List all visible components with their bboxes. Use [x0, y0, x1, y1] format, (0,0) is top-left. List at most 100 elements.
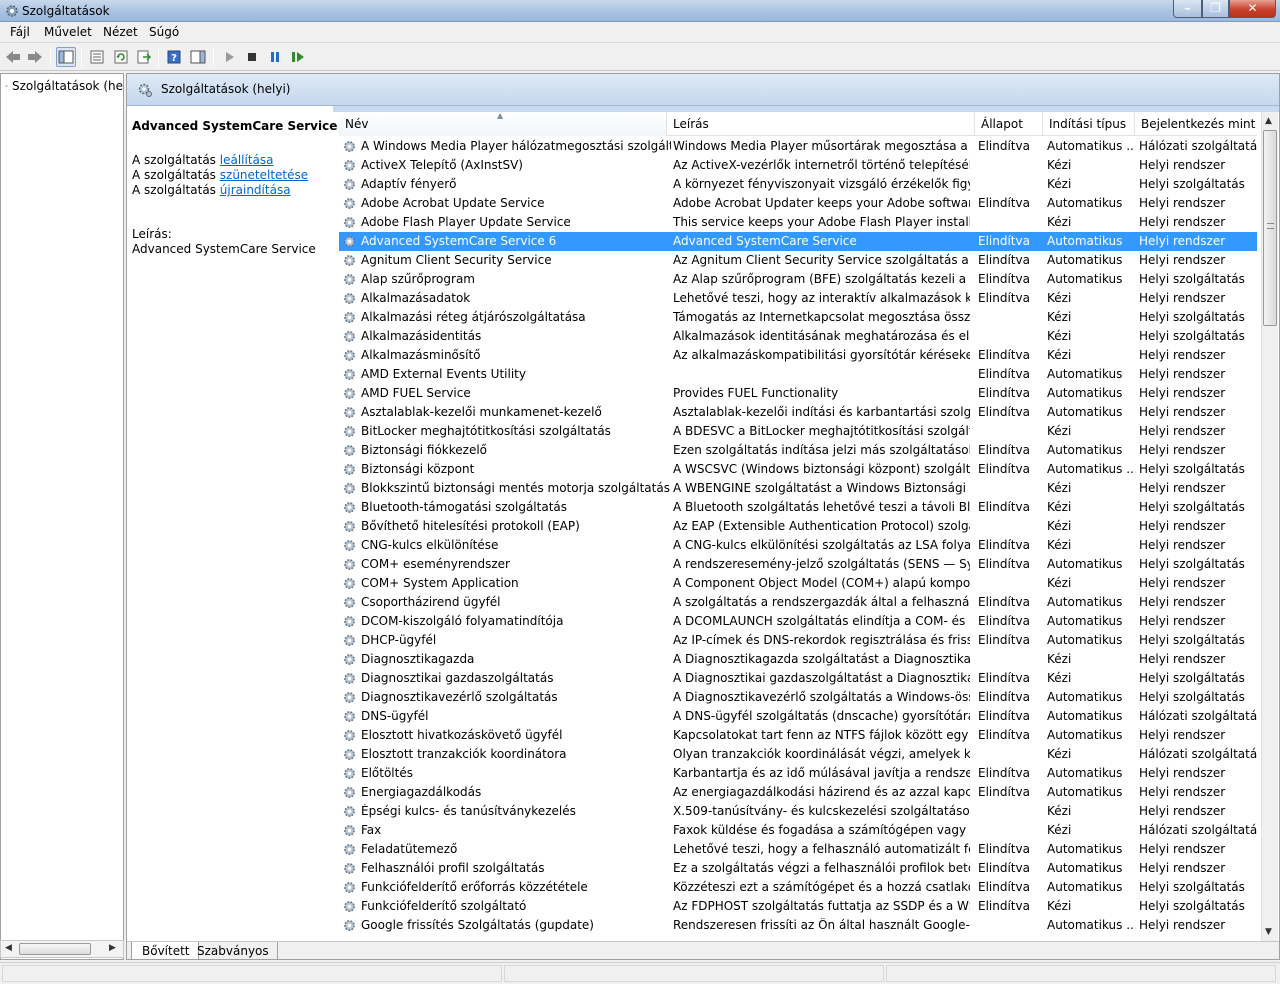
service-row[interactable]: A Windows Media Player hálózatmegosztási…	[339, 137, 1257, 156]
restart-link[interactable]: újraindítása	[220, 183, 291, 197]
service-startup-type: Kézi	[1047, 519, 1072, 533]
action-pane-button[interactable]	[188, 47, 208, 67]
service-row[interactable]: Diagnosztikai gazdaszolgáltatás A Diagnos…	[339, 669, 1257, 688]
column-header-name[interactable]: ▲ Név	[339, 112, 667, 136]
service-row[interactable]: Elosztott tranzakciók koordinátora Olyan …	[339, 745, 1257, 764]
service-row[interactable]: Feladatütemező Lehetővé teszi, hogy a fel…	[339, 840, 1257, 859]
service-row[interactable]: Agnitum Client Security Service Az Agnitu…	[339, 251, 1257, 270]
column-header-label: Indítási típus	[1049, 117, 1127, 131]
forward-button[interactable]	[25, 47, 45, 67]
service-row[interactable]: Alkalmazásidentitás Alkalmazások identitá…	[339, 327, 1257, 346]
refresh-button[interactable]	[111, 47, 131, 67]
service-row[interactable]: COM+ eseményrendszer A rendszeresemény-je…	[339, 555, 1257, 574]
column-header-startup-type[interactable]: Indítási típus	[1043, 112, 1135, 136]
service-row[interactable]: Bluetooth-támogatási szolgáltatás A Bluet…	[339, 498, 1257, 517]
service-name: Adaptív fényerő	[361, 177, 457, 191]
stop-service-button[interactable]	[242, 47, 262, 67]
service-row[interactable]: Fax Faxok küldése és fogadása a számítógé…	[339, 821, 1257, 840]
service-row[interactable]: Google frissítés Szolgáltatás (gupdate) R…	[339, 916, 1257, 935]
service-startup-type: Automatikus ...	[1047, 918, 1133, 932]
service-row[interactable]: Alkalmazásminősítő Az alkalmazáskompatibi…	[339, 346, 1257, 365]
menu-action[interactable]: Művelet	[44, 25, 92, 39]
service-description: Az ActiveX-vezérlők internetről történő …	[673, 158, 970, 172]
service-row[interactable]: Diagnosztikavezérlő szolgáltatás A Diagno…	[339, 688, 1257, 707]
column-header-log-on-as[interactable]: Bejelentkezés mint	[1135, 112, 1257, 136]
scroll-down-icon[interactable]: ▼	[1265, 927, 1272, 937]
service-row[interactable]: Adobe Acrobat Update Service Adobe Acroba…	[339, 194, 1257, 213]
pause-service-button[interactable]	[265, 47, 285, 67]
service-row[interactable]: Alkalmazási réteg átjárószolgáltatása Tám…	[339, 308, 1257, 327]
service-description: A Bluetooth szolgáltatás lehetővé teszi …	[673, 500, 970, 514]
service-gear-icon	[342, 386, 357, 401]
service-row[interactable]: BitLocker meghajtótitkosítási szolgáltat…	[339, 422, 1257, 441]
tree-horizontal-scrollbar[interactable]: ◀ ▶	[0, 940, 124, 958]
restart-service-button[interactable]	[288, 47, 308, 67]
svg-text:?: ?	[171, 53, 177, 64]
service-name: COM+ System Application	[361, 576, 519, 590]
service-row[interactable]: Felhasználói profil szolgáltatás Ez a szo…	[339, 859, 1257, 878]
column-header-description[interactable]: Leírás	[667, 112, 975, 136]
service-row[interactable]: Biztonsági központ A WSCSVC (Windows bizt…	[339, 460, 1257, 479]
scroll-up-icon[interactable]: ▲	[1265, 116, 1272, 126]
service-description: This service keeps your Adobe Flash Play…	[673, 215, 970, 229]
scrollbar-thumb[interactable]	[19, 943, 91, 955]
service-row[interactable]: Funkciófelderítő szolgáltató Az FDPHOST s…	[339, 897, 1257, 916]
menu-view[interactable]: Nézet	[103, 25, 138, 39]
service-row[interactable]: Alap szűrőprogram Az Alap szűrőprogram (B…	[339, 270, 1257, 289]
service-row[interactable]: Adobe Flash Player Update Service This se…	[339, 213, 1257, 232]
service-gear-icon	[342, 310, 357, 325]
show-hide-tree-button[interactable]	[56, 47, 76, 67]
service-row[interactable]: Advanced SystemCare Service 6 Advanced Sy…	[339, 232, 1257, 251]
scrollbar-thumb[interactable]	[1263, 130, 1277, 326]
export-list-button[interactable]	[134, 47, 154, 67]
list-vertical-scrollbar[interactable]: ▲ ▼	[1261, 112, 1278, 941]
toolbar-separator	[158, 48, 159, 66]
service-row[interactable]: AMD FUEL Service Provides FUEL Functional…	[339, 384, 1257, 403]
service-row[interactable]: Bővíthető hitelesítési protokoll (EAP) Az…	[339, 517, 1257, 536]
service-row[interactable]: DHCP-ügyfél Az IP-címek és DNS-rekordok r…	[339, 631, 1257, 650]
service-name: Diagnosztikagazda	[361, 652, 475, 666]
maximize-button[interactable]: ❐	[1202, 0, 1229, 18]
service-name: Advanced SystemCare Service 6	[361, 234, 557, 248]
service-row[interactable]: Biztonsági fiókkezelő Ezen szolgáltatás i…	[339, 441, 1257, 460]
service-startup-type: Kézi	[1047, 652, 1072, 666]
service-row[interactable]: Adaptív fényerő A környezet fényviszonyai…	[339, 175, 1257, 194]
action-stop-line: A szolgáltatás leállítása	[132, 153, 274, 167]
service-row[interactable]: Funkciófelderítő erőforrás közzététele Kö…	[339, 878, 1257, 897]
service-status: Elindítva	[978, 462, 1030, 476]
help-button[interactable]: ?	[164, 47, 184, 67]
service-row[interactable]: DCOM-kiszolgáló folyamatindítója A DCOMLA…	[339, 612, 1257, 631]
service-status: Elindítva	[978, 861, 1030, 875]
menu-file[interactable]: Fájl	[10, 25, 30, 39]
scroll-left-icon[interactable]: ◀	[5, 943, 12, 953]
service-row[interactable]: Csoportházirend ügyfél A szolgáltatás a r…	[339, 593, 1257, 612]
properties-button[interactable]	[87, 47, 107, 67]
minimize-button[interactable]: –	[1173, 0, 1202, 18]
service-row[interactable]: Blokkszintű biztonsági mentés motorja sz…	[339, 479, 1257, 498]
service-row[interactable]: CNG-kulcs elkülönítése A CNG-kulcs elkülö…	[339, 536, 1257, 555]
start-service-button[interactable]	[219, 47, 239, 67]
column-header-status[interactable]: Állapot	[975, 112, 1043, 136]
menu-help[interactable]: Súgó	[149, 25, 179, 39]
tab-standard[interactable]: Szabványos	[187, 942, 278, 960]
service-row[interactable]: Asztalablak-kezelői munkamenet-kezelő Asz…	[339, 403, 1257, 422]
service-row[interactable]: DNS-ügyfél A DNS-ügyfél szolgáltatás (dns…	[339, 707, 1257, 726]
service-row[interactable]: COM+ System Application A Component Objec…	[339, 574, 1257, 593]
back-button[interactable]	[3, 47, 23, 67]
service-gear-icon	[342, 899, 357, 914]
close-button[interactable]: ✕	[1229, 0, 1276, 18]
service-row[interactable]: Alkalmazásadatok Lehetővé teszi, hogy az …	[339, 289, 1257, 308]
service-name: Feladatütemező	[361, 842, 458, 856]
tree-item-services-local[interactable]: Szolgáltatások (he	[5, 78, 123, 94]
service-row[interactable]: AMD External Events Utility Elindítva Auto…	[339, 365, 1257, 384]
stop-link[interactable]: leállítása	[220, 153, 274, 167]
service-row[interactable]: Előtöltés Karbantartja és az idő múlásáva…	[339, 764, 1257, 783]
service-row[interactable]: Elosztott hivatkozáskövető ügyfél Kapcsol…	[339, 726, 1257, 745]
service-row[interactable]: ActiveX Telepítő (AxInstSV) Az ActiveX-ve…	[339, 156, 1257, 175]
service-row[interactable]: Energiagazdálkodás Az energiagazdálkodási…	[339, 783, 1257, 802]
pause-link[interactable]: szüneteltetése	[220, 168, 308, 182]
scroll-right-icon[interactable]: ▶	[109, 943, 116, 953]
service-log-on-as: Helyi rendszer	[1139, 158, 1226, 172]
service-row[interactable]: Épségi kulcs- és tanúsítványkezelés X.509…	[339, 802, 1257, 821]
service-row[interactable]: Diagnosztikagazda A Diagnosztikagazda szo…	[339, 650, 1257, 669]
